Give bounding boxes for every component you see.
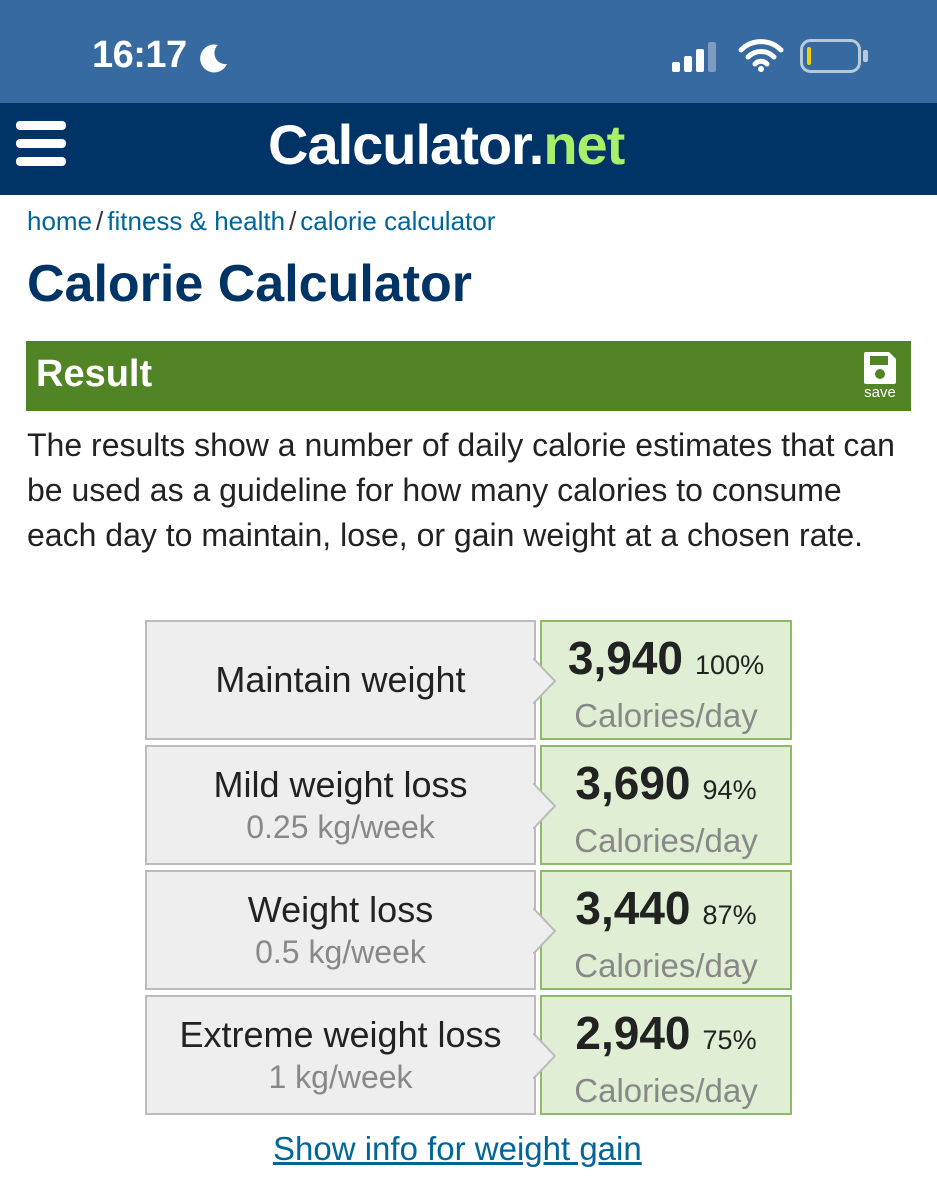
result-label-cell: Mild weight loss 0.25 kg/week bbox=[145, 745, 536, 865]
result-header-bar: Result save bbox=[26, 341, 911, 411]
save-label: save bbox=[864, 384, 896, 401]
result-label: Extreme weight loss bbox=[179, 1014, 502, 1055]
result-row-extreme-loss: Extreme weight loss 1 kg/week 2,940 75% C… bbox=[145, 995, 792, 1115]
result-rate: 0.25 kg/week bbox=[246, 809, 435, 845]
result-label: Maintain weight bbox=[215, 659, 466, 700]
result-value-cell: 3,440 87% Calories/day bbox=[540, 870, 792, 990]
status-bar: 16:17 bbox=[0, 0, 937, 103]
logo-main: Calculator bbox=[268, 113, 530, 176]
cellular-signal-icon bbox=[672, 42, 716, 72]
calorie-percent: 75% bbox=[702, 1025, 757, 1055]
result-rate: 1 kg/week bbox=[268, 1059, 413, 1095]
breadcrumb-separator: / bbox=[96, 206, 104, 236]
result-row-maintain: Maintain weight 3,940 100% Calories/day bbox=[145, 620, 792, 740]
battery-icon bbox=[800, 39, 868, 73]
pointer-arrow bbox=[533, 783, 557, 829]
calorie-unit: Calories/day bbox=[574, 822, 758, 859]
breadcrumb-separator: / bbox=[289, 206, 297, 236]
result-label: Mild weight loss bbox=[213, 764, 468, 805]
page-title: Calorie Calculator bbox=[27, 255, 473, 313]
calorie-unit: Calories/day bbox=[574, 1072, 758, 1109]
breadcrumb-fitness-health[interactable]: fitness & health bbox=[107, 206, 285, 236]
result-value-cell: 3,690 94% Calories/day bbox=[540, 745, 792, 865]
result-label: Weight loss bbox=[247, 889, 434, 930]
result-rate: 0.5 kg/week bbox=[255, 934, 426, 970]
breadcrumb: home / fitness & health / calorie calculator bbox=[27, 206, 495, 237]
show-weight-gain-link[interactable]: Show info for weight gain bbox=[273, 1130, 642, 1168]
result-label-cell: Maintain weight bbox=[145, 620, 536, 740]
pointer-arrow bbox=[533, 658, 557, 704]
result-row-mild-loss: Mild weight loss 0.25 kg/week 3,690 94% C… bbox=[145, 745, 792, 865]
calorie-unit: Calories/day bbox=[574, 697, 758, 734]
calorie-value: 3,940 bbox=[567, 632, 684, 684]
result-intro-text: The results show a number of daily calor… bbox=[27, 427, 895, 553]
result-heading: Result bbox=[36, 353, 153, 395]
result-label-cell: Extreme weight loss 1 kg/week bbox=[145, 995, 536, 1115]
wifi-icon bbox=[738, 39, 784, 72]
moon-icon bbox=[200, 44, 227, 73]
calorie-percent: 100% bbox=[695, 650, 765, 680]
breadcrumb-home[interactable]: home bbox=[27, 206, 92, 236]
calorie-percent: 94% bbox=[702, 775, 757, 805]
calorie-value: 3,440 bbox=[575, 882, 691, 934]
logo-dot: . bbox=[528, 113, 545, 176]
hamburger-menu-icon[interactable] bbox=[16, 121, 66, 167]
save-button[interactable]: save bbox=[857, 351, 903, 405]
calorie-unit: Calories/day bbox=[574, 947, 758, 984]
calorie-percent: 87% bbox=[702, 900, 757, 930]
calorie-value: 3,690 bbox=[575, 757, 691, 809]
result-value-cell: 3,940 100% Calories/day bbox=[540, 620, 792, 740]
status-time: 16:17 bbox=[92, 34, 187, 76]
calorie-value: 2,940 bbox=[575, 1007, 691, 1059]
result-value-cell: 2,940 75% Calories/day bbox=[540, 995, 792, 1115]
breadcrumb-calorie-calculator[interactable]: calorie calculator bbox=[300, 206, 495, 236]
floppy-disk-icon bbox=[864, 352, 896, 384]
pointer-arrow bbox=[533, 908, 557, 954]
result-label-cell: Weight loss 0.5 kg/week bbox=[145, 870, 536, 990]
pointer-arrow bbox=[533, 1033, 557, 1079]
logo-net: net bbox=[543, 113, 625, 176]
site-logo[interactable]: Calculator.net bbox=[268, 113, 625, 177]
result-row-weight-loss: Weight loss 0.5 kg/week 3,440 87% Calorie… bbox=[145, 870, 792, 990]
